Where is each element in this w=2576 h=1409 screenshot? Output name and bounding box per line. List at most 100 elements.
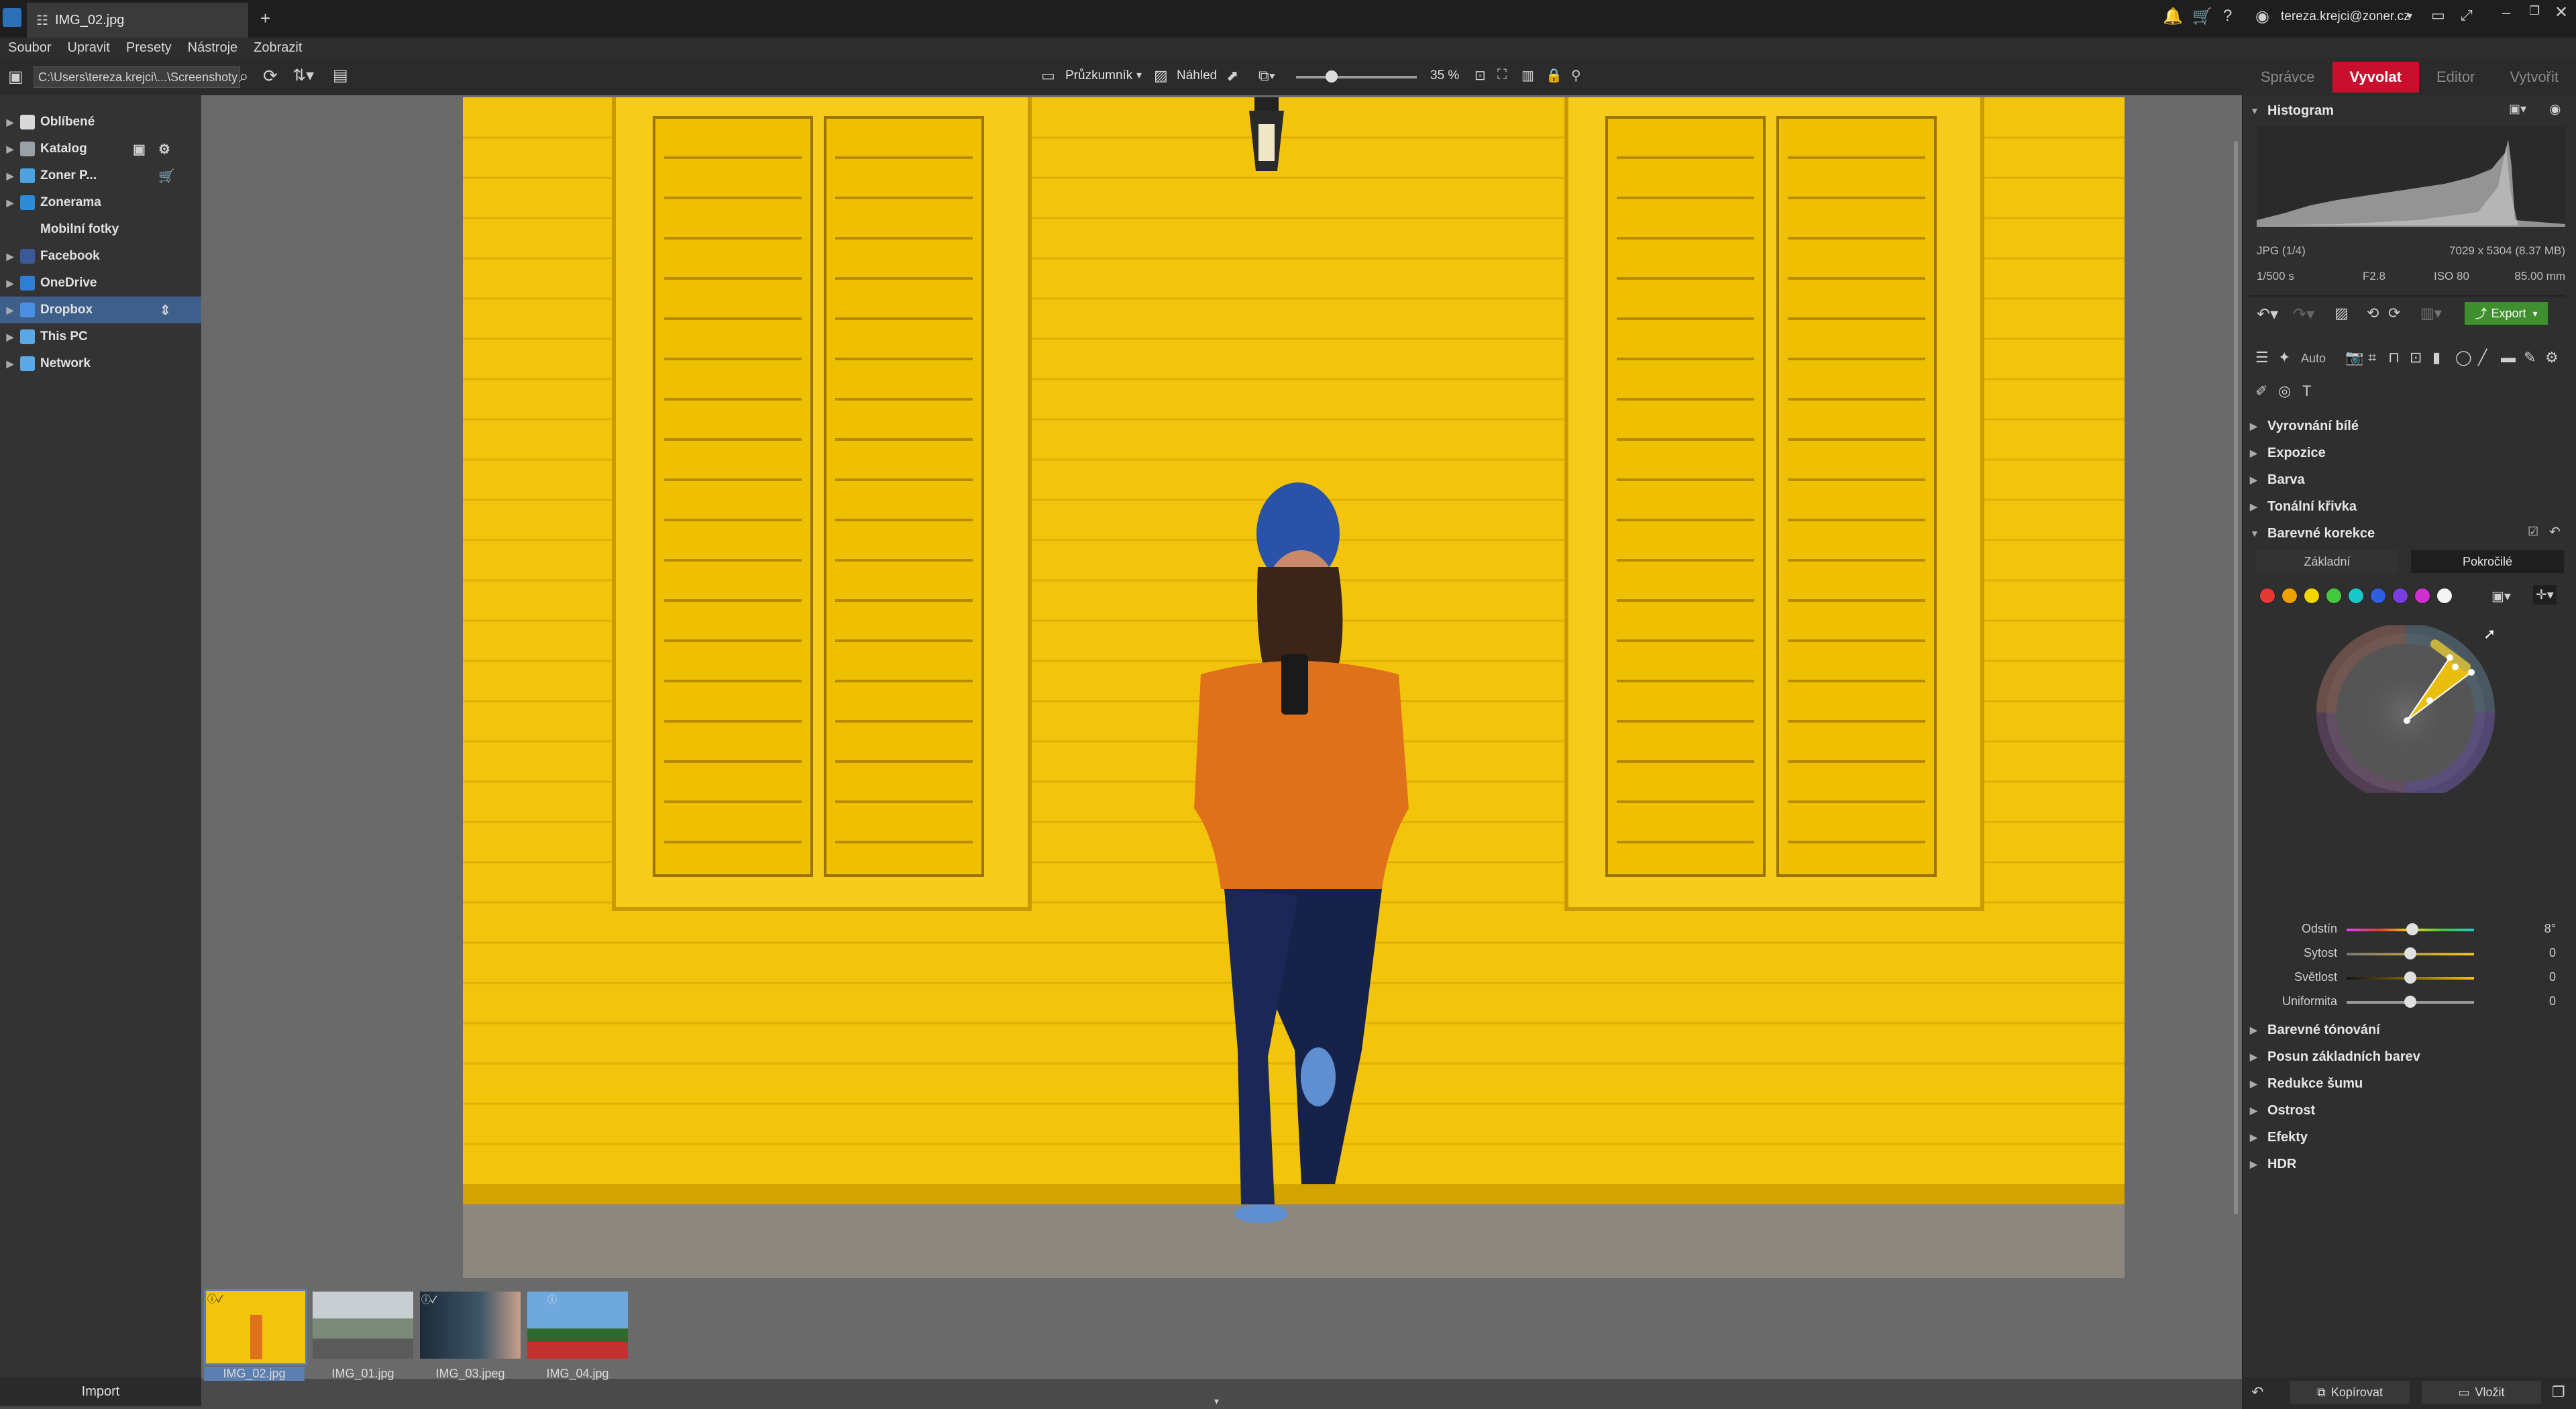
picker-icon[interactable]: ✛▾ [2533,585,2557,605]
circle-icon[interactable]: ◯ [2455,349,2472,366]
undo-icon[interactable]: ↶▾ [2257,305,2278,324]
crop-icon[interactable]: ⌗ [2368,349,2376,366]
expand-icon[interactable]: ▶ [0,170,20,182]
camera-icon[interactable]: 📷 [2345,349,2363,366]
swatch-orange[interactable] [2282,588,2298,604]
uniformity-knob[interactable] [2404,996,2416,1008]
explorer-dropdown-icon[interactable]: ▾ [1136,68,1142,82]
section-effects[interactable]: ▶ Efekty [2250,1126,2565,1149]
text-tool-icon[interactable]: T [2302,382,2311,400]
thumbnail-img04[interactable]: ⓘ [527,1292,628,1359]
explorer-button[interactable]: Průzkumník [1065,68,1132,83]
cart-icon[interactable]: 🛒 [158,168,175,185]
swatch-cyan[interactable] [2348,588,2364,604]
duplicate-icon[interactable]: ❐ [2552,1384,2565,1401]
section-shift-colors[interactable]: ▶ Posun základních barev [2250,1045,2565,1068]
expand-icon[interactable]: ▶ [0,331,20,343]
section-hdr[interactable]: ▶ HDR [2250,1153,2565,1176]
sidebar-item-zonerama[interactable]: ▶ Zonerama [0,189,201,216]
filmstrip-collapse-icon[interactable]: ▾ [1214,1396,1219,1407]
minimize-button[interactable]: – [2502,4,2510,21]
layout-icon[interactable]: ▭ [2431,7,2445,24]
sidebar-item-zoner[interactable]: ▶ Zoner P... 🛒 [0,162,201,189]
menu-presety[interactable]: Presety [126,40,172,56]
expand-icon[interactable]: ▶ [2250,448,2267,459]
import-button[interactable]: Import [0,1377,201,1406]
menu-upravit[interactable]: Upravit [68,40,110,56]
pen-icon[interactable]: ✎ [2524,349,2536,366]
expand-icon[interactable]: ▶ [2250,1078,2267,1090]
actual-size-icon[interactable]: ⊡ [1474,67,1486,84]
expand-icon[interactable]: ▶ [2250,1105,2267,1116]
hue-knob[interactable] [2406,923,2418,935]
histogram-options-icon[interactable]: ▣▾ [2509,102,2526,116]
collapse-icon[interactable]: ▼ [2250,105,2267,116]
menu-zobrazit[interactable]: Zobrazit [254,40,302,56]
notification-icon[interactable]: 🔔 [2163,7,2183,26]
reorder-icon[interactable]: ⇕ [160,302,171,319]
export-button[interactable]: ⤴ Export ▾ [2465,302,2548,325]
zoom-slider[interactable] [1296,70,1417,83]
slider-value[interactable]: 0 [2549,970,2556,984]
sidebar-item-thispc[interactable]: ▶ This PC [0,323,201,350]
rotate-right-icon[interactable]: ⟳ [2388,305,2400,322]
expand-icon[interactable]: ▶ [0,144,20,155]
sidebar-item-oblibene[interactable]: ▶ Oblíbené [0,109,201,136]
enable-checkbox[interactable]: ☑ [2528,525,2538,539]
thumbnail-img03[interactable]: ⓘ✓ [420,1292,521,1359]
paste-button[interactable]: ▭ Vložit [2422,1381,2541,1404]
loupe-icon[interactable]: ⚲ [1571,67,1581,84]
fullscreen-icon[interactable]: ⤢ [2461,7,2473,24]
slider-value[interactable]: 8° [2544,922,2556,936]
slider-value[interactable]: 0 [2549,946,2556,960]
redo-icon[interactable]: ↷▾ [2293,305,2314,324]
collapse-icon[interactable]: ▼ [2250,528,2267,539]
expand-icon[interactable]: ▶ [2250,1051,2267,1063]
section-color-toning[interactable]: ▶ Barevné tónování [2250,1019,2565,1041]
swatch-green[interactable] [2326,588,2342,604]
retouch-icon[interactable]: ✐ [2255,382,2267,400]
image-icon[interactable]: ▨ [2334,305,2349,322]
swatch-red[interactable] [2259,588,2275,604]
help-icon[interactable]: ? [2223,7,2232,25]
mode-editor[interactable]: Editor [2419,62,2492,93]
sort-icon[interactable]: ⇅▾ [292,66,314,85]
split-icon[interactable]: ▥ [1521,67,1534,84]
catalog-settings-icon[interactable]: ⚙ [158,141,170,158]
settings-icon[interactable]: ⚙ [2545,349,2559,366]
expand-icon[interactable]: ▶ [2250,1132,2267,1143]
tab-advanced[interactable]: Pokročilé [2411,550,2564,573]
expand-icon[interactable]: ▶ [0,278,20,289]
auto-button[interactable]: Auto [2301,352,2326,366]
section-tone-curve[interactable]: ▶ Tonální křivka [2250,495,2565,518]
swatch-yellow[interactable] [2304,588,2320,604]
thumbnail-img01[interactable] [313,1292,413,1359]
swatch-blue[interactable] [2370,588,2386,604]
expand-icon[interactable]: ▶ [0,305,20,316]
mask-view-icon[interactable]: ▣▾ [2491,588,2511,605]
menu-nastroje[interactable]: Nástroje [188,40,237,56]
section-white-balance[interactable]: ▶ Vyrovnání bílé [2250,415,2565,437]
zoom-slider-knob[interactable] [1326,70,1338,83]
swatch-white[interactable] [2436,588,2453,604]
histogram-toggle-icon[interactable]: ◉ [2549,101,2561,117]
presets-icon[interactable]: ☰ [2255,349,2269,366]
section-sharpness[interactable]: ▶ Ostrost [2250,1099,2565,1122]
section-exposure[interactable]: ▶ Expozice [2250,441,2565,464]
copy-button[interactable]: ⧉ Kopírovat [2290,1381,2410,1404]
new-tab-button[interactable]: + [260,8,270,29]
new-folder-icon[interactable]: ▤ [333,66,348,85]
compare-view-icon[interactable]: ▥▾ [2420,305,2442,322]
expand-icon[interactable]: ▶ [2250,421,2267,432]
reset-all-icon[interactable]: ↶ [2251,1384,2263,1401]
tab-img02[interactable]: ☷ IMG_02.jpg [27,3,248,38]
sidebar-item-katalog[interactable]: ▶ Katalog ▣ ⚙ [0,136,201,162]
expand-icon[interactable]: ▶ [0,197,20,209]
mode-vytvorit[interactable]: Vytvořit [2492,62,2576,93]
expand-icon[interactable]: ▶ [2250,1025,2267,1036]
sidebar-item-onedrive[interactable]: ▶ OneDrive [0,270,201,297]
section-color-correction[interactable]: ▼ Barevné korekce [2250,522,2565,545]
user-email[interactable]: tereza.krejci@zoner.cz [2281,9,2410,24]
sidebar-item-mobile[interactable]: Mobilní fotky [0,216,201,243]
swatch-magenta[interactable] [2414,588,2430,604]
